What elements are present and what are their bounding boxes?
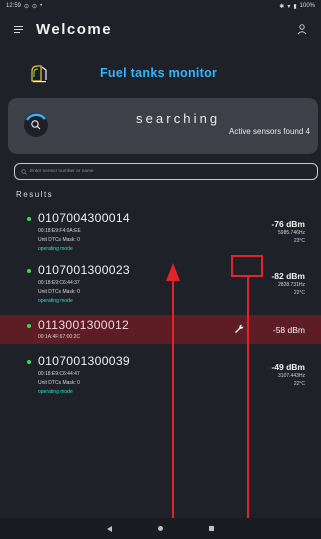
- sensor-id: 0107001300039: [38, 354, 131, 368]
- sensor-mode: operating mode: [38, 389, 73, 395]
- sensor-mode: operating mode: [38, 246, 73, 252]
- sensor-mac: 00:18:E9:C6:44:37: [38, 280, 80, 286]
- online-status-dot: [27, 269, 31, 273]
- search-placeholder: Enter sensor number or name: [30, 169, 94, 174]
- app-header: Fuel tanks monitor: [0, 56, 321, 90]
- bluetooth-icon: ✱: [279, 3, 285, 10]
- online-status-dot: [27, 217, 31, 221]
- active-sensors-label: Active sensors found: [229, 127, 304, 136]
- sensor-signal: -58 dBm: [272, 325, 305, 335]
- status-time: 12:59: [6, 3, 22, 9]
- status-bar: 12:59 ⊙ ⊙ • ✱ ▾ ▮ 100%: [0, 0, 321, 12]
- sensor-frequency: 3107.443Hz: [278, 373, 305, 379]
- sensor-list-item[interactable]: 0107001300023 00:18:E9:C6:44:37 Unit DTC…: [0, 258, 321, 310]
- sensor-mac: 00:18:E9:C6:44:47: [38, 371, 80, 377]
- scan-status-card: searching Active sensors found 4: [8, 98, 318, 154]
- search-icon: [21, 168, 27, 175]
- sensor-list: 0107004300014 00:18:E9:F4:0A:EE Unit DTC…: [0, 206, 321, 401]
- sensor-list-item-selected[interactable]: 0113001300012 00:1A:4F:67:00:2C -58 dBm: [0, 315, 321, 344]
- system-navigation-bar: [0, 518, 321, 539]
- sensor-mac: 00:18:E9:F4:0A:EE: [38, 228, 81, 234]
- sensor-signal: -76 dBm: [271, 219, 305, 229]
- back-icon[interactable]: [107, 525, 112, 532]
- sensor-frequency: 2828.731Hz: [278, 282, 305, 288]
- sensor-id: 0113001300012: [38, 318, 130, 332]
- sensor-dtc: Unit DTCs Mask: 0: [38, 289, 80, 295]
- home-icon[interactable]: [158, 526, 163, 531]
- recents-icon[interactable]: [209, 526, 214, 531]
- sensor-temperature: 22°C: [293, 381, 305, 387]
- online-status-dot: [27, 324, 31, 328]
- active-sensors-value: 4: [305, 127, 310, 136]
- sensor-signal: -82 dBm: [271, 271, 305, 281]
- results-heading: Results: [16, 190, 54, 199]
- status-icon: ⊙: [32, 3, 38, 10]
- sensor-dtc: Unit DTCs Mask: 0: [38, 380, 80, 386]
- battery-text: 100%: [299, 3, 315, 9]
- sensor-list-item[interactable]: 0107001300039 00:18:E9:C6:44:47 Unit DTC…: [0, 349, 321, 401]
- signal-icon: ▾: [287, 3, 291, 10]
- app-bar: Welcome: [0, 14, 321, 44]
- user-icon[interactable]: [295, 22, 309, 36]
- status-icon: ⊙: [24, 3, 30, 10]
- sensor-id: 0107004300014: [38, 211, 131, 225]
- sensor-list-item[interactable]: 0107004300014 00:18:E9:F4:0A:EE Unit DTC…: [0, 206, 321, 258]
- annotation-arrow-head: [166, 263, 180, 281]
- app-title: Fuel tanks monitor: [100, 66, 218, 80]
- sensor-temperature: 23°C: [293, 238, 305, 244]
- fuel-tank-logo-icon: [31, 65, 47, 83]
- sensor-mode: operating mode: [38, 298, 73, 304]
- search-progress-icon[interactable]: [22, 111, 50, 139]
- annotation-line: [247, 277, 249, 539]
- sensor-dtc: Unit DTCs Mask: 0: [38, 237, 80, 243]
- sensor-signal: -49 dBm: [271, 362, 305, 372]
- wrench-icon[interactable]: [231, 321, 247, 337]
- annotation-arrow-line: [172, 281, 174, 539]
- sensor-mac: 00:1A:4F:67:00:2C: [38, 334, 80, 340]
- wrench-highlight-box: [231, 255, 263, 277]
- scan-status-text: searching: [136, 111, 221, 126]
- online-status-dot: [27, 360, 31, 364]
- sensor-frequency: 5985.746Hz: [278, 230, 305, 236]
- battery-icon: ▮: [293, 3, 297, 10]
- sensor-temperature: 22°C: [293, 290, 305, 296]
- page-title: Welcome: [36, 20, 113, 38]
- menu-icon[interactable]: [12, 22, 26, 36]
- sensor-search-input[interactable]: Enter sensor number or name: [14, 163, 318, 180]
- sensor-id: 0107001300023: [38, 263, 131, 277]
- status-dot-icon: •: [40, 3, 43, 9]
- active-sensors-count: Active sensors found 4: [229, 127, 310, 136]
